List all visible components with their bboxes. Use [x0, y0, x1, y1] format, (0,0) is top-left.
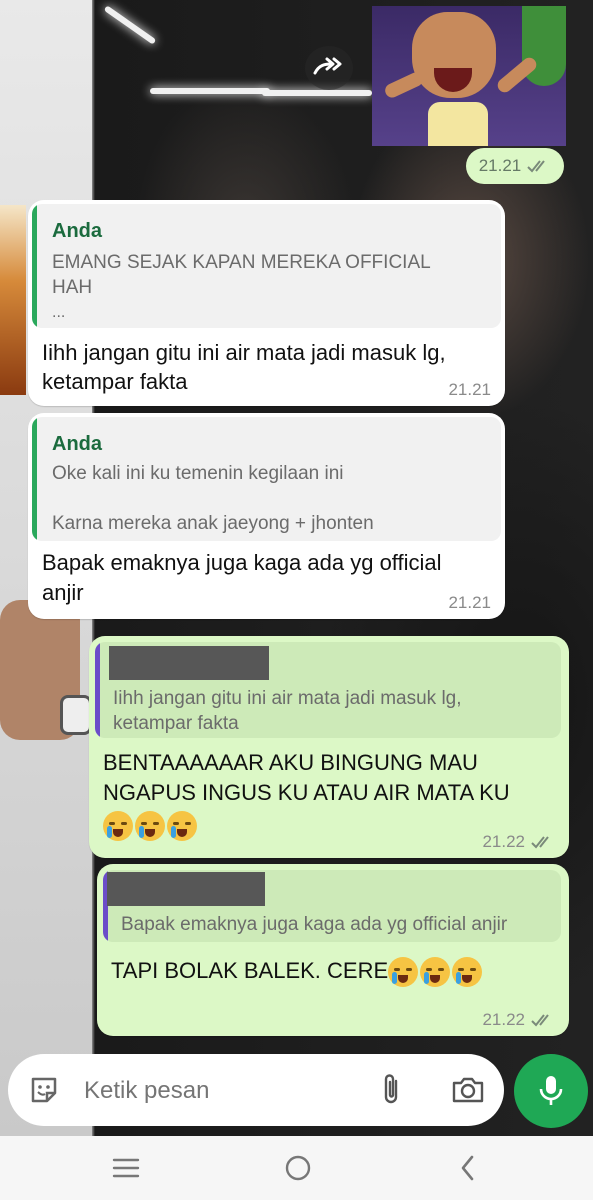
wallpaper-light: [150, 88, 270, 94]
double-check-icon: [531, 836, 549, 849]
double-check-icon: [527, 160, 546, 173]
message-meta: 21.21: [448, 380, 491, 400]
double-check-icon: [531, 1014, 549, 1027]
message-bubble-outgoing[interactable]: Iihh jangan gitu ini air mata jadi masuk…: [89, 636, 569, 858]
quote-text: Karna mereka anak jaeyong + jhonten: [52, 513, 374, 534]
message-bubble-incoming[interactable]: Anda Oke kali ini ku temenin kegilaan in…: [28, 413, 505, 619]
quote-text: Iihh jangan gitu ini air mata jadi masuk…: [113, 688, 462, 709]
wallpaper-light: [262, 90, 372, 96]
crying-emoji-icon: [167, 811, 197, 841]
message-bubble-incoming[interactable]: Anda EMANG SEJAK KAPAN MEREKA OFFICIAL H…: [28, 200, 505, 406]
laughing-emoji-icon: [420, 957, 451, 988]
quote-text: HAH: [52, 277, 93, 298]
message-text: TAPI BOLAK BALEK. CERE: [111, 958, 389, 983]
back-icon[interactable]: [448, 1150, 488, 1186]
message-time: 21.21: [478, 156, 522, 175]
message-bubble-outgoing[interactable]: Bapak emaknya juga kaga ada yg official …: [97, 864, 569, 1036]
message-meta: 21.22: [482, 832, 555, 852]
crying-emoji-icon: [135, 811, 165, 841]
message-time: 21.21: [448, 380, 491, 399]
wallpaper-poster: [0, 205, 26, 395]
wallpaper-watch: [60, 695, 92, 735]
quote-author: Anda: [52, 433, 102, 455]
forward-button[interactable]: [305, 46, 353, 90]
sticker-meta: 21.21: [466, 148, 564, 184]
redacted-name: [107, 872, 265, 906]
laughing-emoji-icon: [452, 957, 483, 988]
redacted-name: [109, 646, 269, 680]
quote-author: Anda: [52, 220, 102, 242]
mic-icon: [539, 1076, 563, 1105]
sticker-image[interactable]: [372, 6, 566, 146]
quote-text: ...: [52, 304, 66, 321]
message-meta: 21.22: [482, 1010, 555, 1030]
message-text: ketampar fakta: [42, 369, 188, 394]
reply-quote[interactable]: Bapak emaknya juga kaga ada yg official …: [103, 870, 561, 942]
message-text: anjir: [42, 580, 84, 605]
message-text: BENTAAAAAAR AKU BINGUNG MAU: [103, 750, 478, 775]
message-text: Iihh jangan gitu ini air mata jadi masuk…: [42, 340, 446, 365]
reply-quote[interactable]: Anda EMANG SEJAK KAPAN MEREKA OFFICIAL H…: [32, 204, 501, 328]
voice-record-button[interactable]: [514, 1054, 588, 1128]
reply-quote[interactable]: Anda Oke kali ini ku temenin kegilaan in…: [32, 417, 501, 541]
message-text: Bapak emaknya juga kaga ada yg official: [42, 550, 442, 575]
message-composer[interactable]: [8, 1054, 504, 1126]
message-input[interactable]: [82, 1072, 356, 1110]
system-navigation-bar: [0, 1136, 593, 1200]
quote-text: ketampar fakta: [113, 713, 239, 734]
sticker-icon[interactable]: [26, 1072, 62, 1108]
message-time: 21.22: [482, 832, 525, 851]
message-time: 21.21: [448, 593, 491, 612]
crying-emoji-icon: [103, 811, 133, 841]
recent-apps-icon[interactable]: [106, 1152, 146, 1184]
message-meta: 21.21: [448, 593, 491, 613]
message-time: 21.22: [482, 1010, 525, 1029]
laughing-emoji-icon: [388, 957, 419, 988]
quote-text: Bapak emaknya juga kaga ada yg official …: [121, 914, 508, 935]
reply-quote[interactable]: Iihh jangan gitu ini air mata jadi masuk…: [95, 642, 561, 738]
quote-text: EMANG SEJAK KAPAN MEREKA OFFICIAL: [52, 252, 431, 273]
message-text: NGAPUS INGUS KU ATAU AIR MATA KU: [103, 780, 510, 805]
camera-icon[interactable]: [448, 1072, 488, 1108]
forward-icon: [313, 57, 342, 75]
quote-text: Oke kali ini ku temenin kegilaan ini: [52, 463, 344, 484]
emoji-row: [103, 811, 199, 841]
attach-icon[interactable]: [374, 1072, 410, 1108]
home-icon[interactable]: [278, 1150, 318, 1186]
message-text-row: TAPI BOLAK BALEK. CERE: [111, 956, 484, 988]
